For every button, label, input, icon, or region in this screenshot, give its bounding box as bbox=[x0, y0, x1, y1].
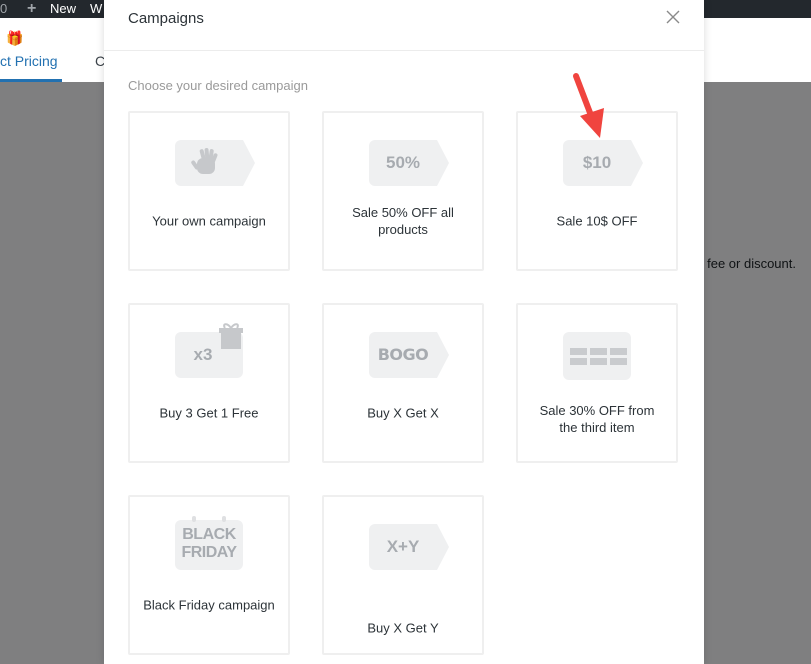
icon-text: X+Y bbox=[386, 537, 420, 556]
close-button[interactable] bbox=[662, 6, 684, 28]
modal-title: Campaigns bbox=[128, 10, 204, 27]
campaign-card-your-own[interactable]: Your own campaign bbox=[128, 111, 290, 271]
icon-text: BOGO bbox=[377, 345, 429, 364]
campaign-grid: Your own campaign 50% Sale 50% OFF all p… bbox=[128, 111, 680, 655]
campaign-label: Sale 30% OFF from the third item bbox=[539, 403, 655, 435]
campaign-label: Black Friday campaign bbox=[143, 597, 275, 613]
campaign-card-bogo[interactable]: BOGO Buy X Get X bbox=[322, 303, 484, 463]
modal-header: Campaigns bbox=[104, 0, 704, 51]
dollar-tag-icon: $10 bbox=[563, 140, 643, 188]
hand-tag-icon bbox=[175, 140, 255, 188]
campaign-card-sale-10[interactable]: $10 Sale 10$ OFF bbox=[516, 111, 678, 271]
icon-text: 50% bbox=[385, 153, 421, 172]
campaigns-modal: Campaigns Choose your desired campaign Y… bbox=[104, 0, 704, 664]
gift-icon bbox=[219, 323, 243, 349]
admin-bar-new[interactable]: New bbox=[50, 0, 76, 18]
campaign-label: Buy X Get Y bbox=[367, 620, 439, 636]
campaign-label: Your own campaign bbox=[152, 213, 266, 229]
campaign-card-black-friday[interactable]: BLACK FRIDAY Black Friday campaign bbox=[128, 495, 290, 655]
xy-tag-icon: X+Y bbox=[369, 524, 449, 572]
admin-bar-item[interactable]: W bbox=[90, 0, 102, 18]
icon-text: BLACK FRIDAY bbox=[181, 526, 237, 561]
icon-text: $10 bbox=[582, 153, 612, 172]
plus-icon[interactable]: + bbox=[27, 0, 36, 18]
tab-label: ct Pricing bbox=[0, 53, 58, 69]
campaign-card-sale-30-third[interactable]: Sale 30% OFF from the third item bbox=[516, 303, 678, 463]
gift-tag-icon: x3 bbox=[175, 323, 247, 380]
bogo-tag-icon: BOGO bbox=[369, 332, 449, 380]
campaign-card-buy-x-get-y[interactable]: X+Y Buy X Get Y bbox=[322, 495, 484, 655]
grid-items-icon bbox=[563, 332, 635, 380]
campaign-label: Buy X Get X bbox=[367, 405, 439, 421]
close-icon bbox=[666, 10, 680, 24]
calendar-icon: BLACK FRIDAY bbox=[175, 516, 247, 572]
campaign-label: Buy 3 Get 1 Free bbox=[159, 405, 259, 421]
campaign-label: Sale 50% OFF all products bbox=[352, 205, 454, 237]
gift-icon: 🎁 bbox=[6, 30, 24, 46]
admin-bar-counter[interactable]: 0 bbox=[0, 0, 7, 18]
campaign-card-buy3get1[interactable]: x3 Buy 3 Get 1 Free bbox=[128, 303, 290, 463]
modal-subtitle: Choose your desired campaign bbox=[128, 78, 308, 93]
campaign-label: Sale 10$ OFF bbox=[556, 213, 638, 229]
percent-tag-icon: 50% bbox=[369, 140, 449, 188]
tab-product-pricing[interactable]: 🎁 ct Pricing bbox=[0, 18, 62, 82]
campaign-card-sale-50[interactable]: 50% Sale 50% OFF all products bbox=[322, 111, 484, 271]
